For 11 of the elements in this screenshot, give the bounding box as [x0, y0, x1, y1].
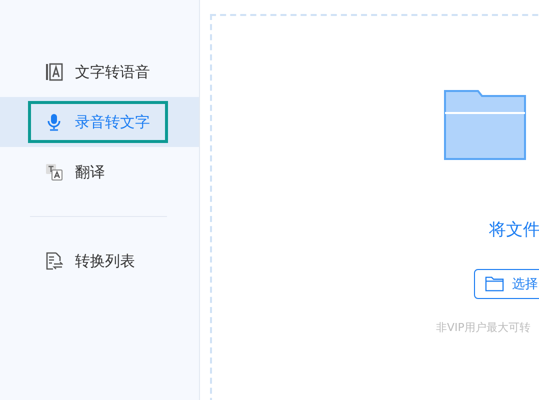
- text-box-icon: [45, 63, 63, 81]
- choose-file-button[interactable]: 选择: [474, 269, 539, 299]
- microphone-icon: [45, 113, 63, 131]
- sidebar-item[interactable]: 翻译: [28, 151, 168, 193]
- document-swap-icon: [45, 252, 63, 270]
- folder-icon: [444, 90, 526, 160]
- folder-icon: [485, 276, 504, 292]
- translate-icon: [45, 163, 63, 181]
- sidebar-item[interactable]: 文字转语音: [28, 51, 168, 93]
- limit-note: 非VIP用户最大可转: [436, 320, 530, 335]
- sidebar-item[interactable]: 转换列表: [28, 240, 168, 282]
